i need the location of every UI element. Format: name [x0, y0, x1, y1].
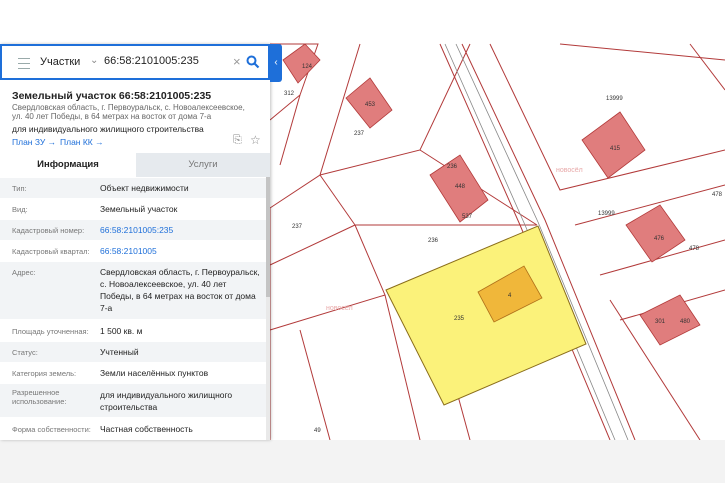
search-icon[interactable] [246, 55, 260, 69]
detail-label: Статус: [12, 348, 38, 357]
detail-label: Вид: [12, 205, 28, 214]
plan-kk-link[interactable]: План КК → [60, 137, 104, 147]
print-icon[interactable]: ⎘ [233, 134, 242, 147]
lot-label: 13999 [606, 96, 623, 102]
detail-label: Кадастровый номер: [12, 226, 85, 235]
parcel-address: Свердловская область, г. Первоуральск, с… [12, 103, 245, 121]
search-input[interactable] [104, 55, 229, 67]
detail-row: Площадь уточненная: 1 500 кв. м [0, 319, 266, 342]
lot-label: 236 [447, 164, 458, 170]
detail-label: Площадь уточненная: [12, 327, 89, 336]
search-bar: Участки ⌄ × [0, 44, 270, 80]
lot-label: 478 [712, 192, 723, 198]
info-panel: Участки ⌄ × Земельный участок 66:58:2101… [0, 44, 270, 440]
detail-value: Частная собственность [100, 424, 193, 434]
watermark: новосёл [556, 167, 583, 174]
detail-label: Кадастровый квартал: [12, 247, 90, 256]
lot-label: 301 [655, 319, 666, 325]
lot-label: 13999 [598, 211, 615, 217]
detail-row: Кадастровый квартал: 66:58:2101005 [0, 240, 266, 262]
lot-label: 237 [354, 131, 365, 137]
detail-value: для индивидуального жилищного строительс… [100, 390, 233, 412]
parcel-title: Земельный участок 66:58:2101005:235 [12, 90, 212, 102]
cadastral-number-link[interactable]: 66:58:2101005:235 [100, 224, 260, 236]
star-icon[interactable]: ☆ [250, 133, 261, 147]
building-label: 124 [302, 64, 313, 70]
detail-label: Категория земель: [12, 369, 77, 378]
detail-row: Тип: Объект недвижимости [0, 177, 266, 199]
detail-label: Адрес: [12, 268, 36, 277]
detail-value: Земельный участок [100, 204, 178, 214]
detail-row: Разрешенное использование: для индивидуа… [0, 383, 266, 418]
tab-services[interactable]: Услуги [136, 153, 270, 177]
close-icon[interactable]: × [233, 54, 241, 69]
detail-value: Объект недвижимости [100, 183, 189, 193]
detail-value: Учтенный [100, 347, 139, 357]
detail-row: Форма собственности: Частная собственнос… [0, 417, 266, 440]
lot-label: 312 [284, 91, 295, 97]
detail-row: Адрес: Свердловская область, г. Первоура… [0, 261, 266, 320]
detail-row: Статус: Учтенный [0, 341, 266, 363]
detail-row: Кадастровый номер: 66:58:2101005:235 [0, 219, 266, 241]
building-label: 448 [455, 184, 466, 190]
building-label: 453 [365, 102, 376, 108]
building-label: 480 [680, 319, 691, 325]
tab-information[interactable]: Информация [0, 153, 136, 177]
tabs: Информация Услуги [0, 153, 270, 177]
scrollbar[interactable] [266, 177, 270, 440]
menu-icon[interactable] [18, 58, 30, 69]
detail-value: 1 500 кв. м [100, 326, 143, 336]
building-label: 476 [654, 236, 665, 242]
lot-label: 235 [454, 316, 465, 322]
detail-row: Вид: Земельный участок [0, 198, 266, 220]
detail-label: Разрешенное использование: [12, 388, 67, 406]
plan-zu-link[interactable]: План ЗУ → [12, 137, 56, 147]
parcel-permitted-use: для индивидуального жилищного строительс… [12, 124, 204, 134]
detail-label: Тип: [12, 184, 27, 193]
detail-row: Категория земель: Земли населённых пункт… [0, 362, 266, 384]
detail-value: Свердловская область, г. Первоуральск, с… [100, 267, 260, 313]
scrollbar-thumb[interactable] [266, 177, 270, 297]
lot-label: 237 [292, 224, 303, 230]
detail-label: Форма собственности: [12, 425, 91, 434]
detail-value: Земли населённых пунктов [100, 368, 209, 378]
chevron-down-icon[interactable]: ⌄ [90, 55, 98, 66]
building-label: 537 [462, 214, 473, 220]
layer-select[interactable]: Участки [40, 56, 80, 68]
collapse-panel-button[interactable]: ‹ [270, 44, 282, 82]
bottom-strip [0, 440, 725, 483]
lot-label: 478 [689, 246, 700, 252]
cadastral-quarter-link[interactable]: 66:58:2101005 [100, 245, 260, 257]
watermark: новосёл [326, 305, 353, 312]
lot-label: 236 [428, 238, 439, 244]
lot-label: 49 [314, 428, 321, 434]
building-label: 415 [610, 146, 621, 152]
